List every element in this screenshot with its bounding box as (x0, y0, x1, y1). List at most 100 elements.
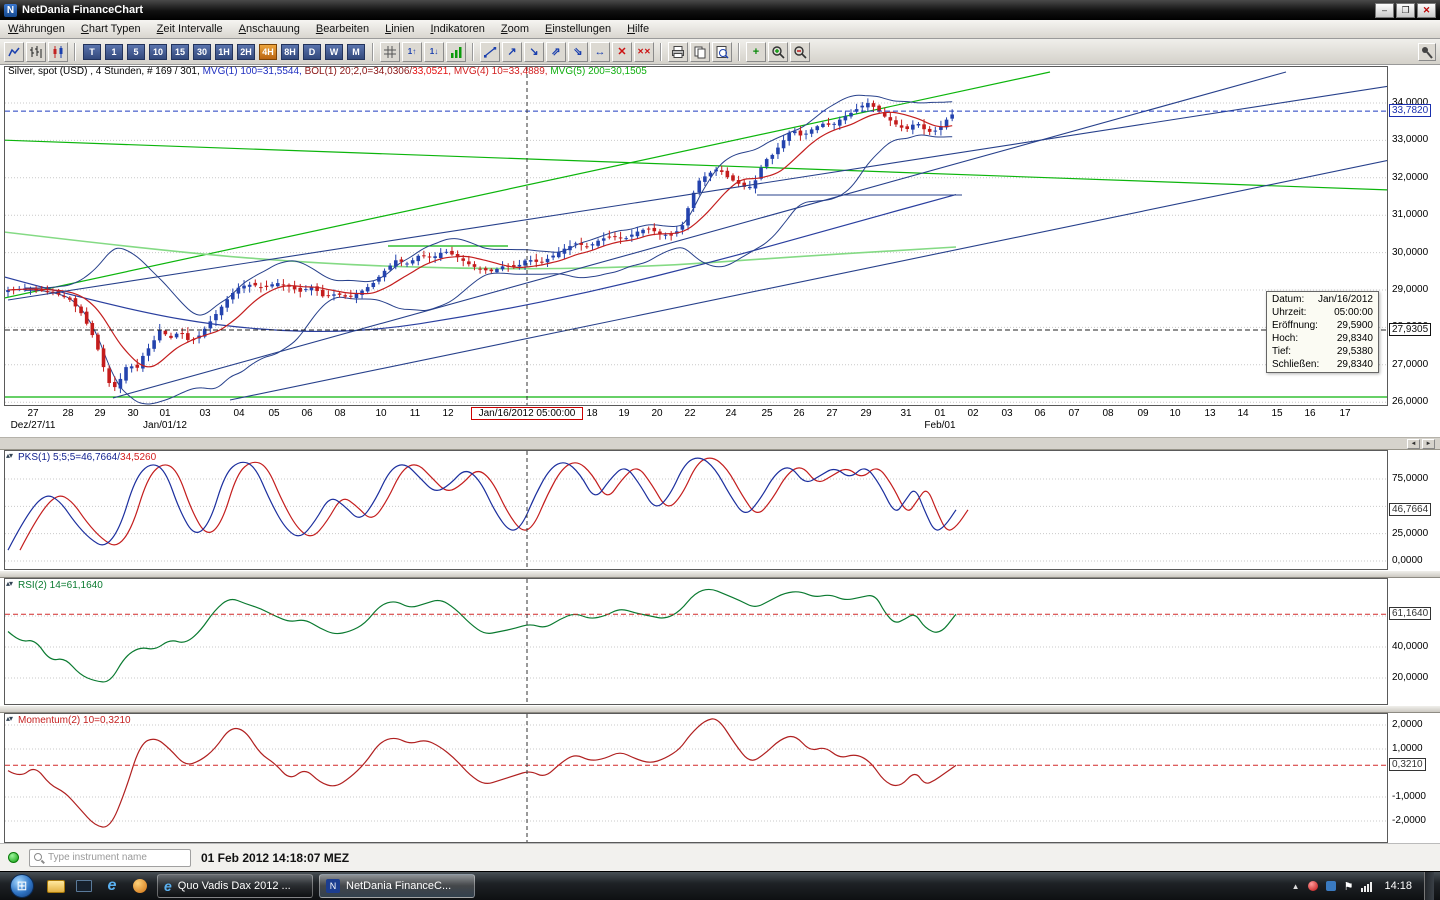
panel-resize-icon[interactable]: ▴▾ (6, 714, 12, 723)
taskbar-task-ie[interactable]: eQuo Vadis Dax 2012 ... (157, 874, 313, 898)
start-button[interactable]: ⊞ (10, 874, 34, 898)
momentum-indicator-panel[interactable]: ▴▾ Momentum(2) 10=0,3210 (0, 713, 1440, 843)
trendline-button[interactable] (480, 42, 500, 62)
x-axis-label: 08 (1093, 408, 1123, 419)
scroll-left-icon[interactable]: ◄ (1407, 439, 1420, 449)
copy-button[interactable] (690, 42, 710, 62)
panel-resize-icon[interactable]: ▴▾ (6, 451, 12, 460)
minimize-button[interactable]: – (1375, 3, 1394, 18)
arrow-up-line-button[interactable]: ↗ (502, 42, 522, 62)
primary-scale-button[interactable]: 1↑ (402, 42, 422, 62)
close-button[interactable]: ✕ (1417, 3, 1436, 18)
panel-splitter[interactable] (0, 705, 1440, 713)
delete-line-button[interactable]: ✕ (612, 42, 632, 62)
x-axis-label: 26 (784, 408, 814, 419)
taskbar-clock[interactable]: 14:18 (1384, 880, 1412, 892)
panel-splitter[interactable] (0, 570, 1440, 578)
search-icon (34, 853, 42, 861)
zoom-out-button[interactable] (790, 42, 810, 62)
media-player-icon[interactable] (128, 874, 152, 898)
zoom-in-button[interactable] (768, 42, 788, 62)
ohlc-chart-button[interactable] (26, 42, 46, 62)
app-tray-icon[interactable] (1326, 881, 1336, 891)
timeframe-W-button[interactable]: W (325, 44, 343, 60)
app-icon: N (4, 4, 17, 17)
tooltip-row: Tief:29,5380 (1267, 345, 1378, 358)
chart-legend: Silver, spot (USD) , 4 Stunden, # 169 / … (8, 66, 647, 77)
pin-icon[interactable] (1418, 43, 1436, 61)
chart-h-scrollbar[interactable]: ◄ ► (0, 437, 1440, 450)
timeframe-1-button[interactable]: 1 (105, 44, 123, 60)
pks-indicator-panel[interactable]: ▴▾ PKS(1) 5;5;5=46,7664/34,5260 (0, 450, 1440, 570)
window-title: NetDania FinanceChart (22, 4, 1373, 16)
horizontal-line-button[interactable]: ↔ (590, 42, 610, 62)
timeframe-10-button[interactable]: 10 (149, 44, 167, 60)
legend-segment: 33,0521, (412, 66, 454, 77)
menu-chart-typen[interactable]: Chart Typen (73, 21, 149, 37)
arrow-down-line-button[interactable]: ↘ (524, 42, 544, 62)
panel-resize-icon[interactable]: ▴▾ (6, 579, 12, 588)
y-axis-label: 30,0000 (1392, 247, 1428, 259)
volume-button[interactable] (446, 42, 466, 62)
timeframe-T-button[interactable]: T (83, 44, 101, 60)
indicator-y-label: 20,0000 (1392, 672, 1428, 684)
netdania-icon: N (326, 879, 340, 893)
grid-toggle-button[interactable] (380, 42, 400, 62)
x-axis-label: 11 (400, 408, 430, 419)
menu-indikatoren[interactable]: Indikatoren (422, 21, 492, 37)
timeframe-5-button[interactable]: 5 (127, 44, 145, 60)
tooltip-label: Tief: (1272, 346, 1291, 357)
timeframe-4H-button[interactable]: 4H (259, 44, 277, 60)
internet-explorer-icon[interactable]: e (100, 874, 124, 898)
instrument-search[interactable] (29, 849, 191, 867)
timeframe-D-button[interactable]: D (303, 44, 321, 60)
legend-segment: Silver, spot (USD) , 4 Stunden, # 169 / … (8, 66, 203, 77)
task-label: Quo Vadis Dax 2012 ... (178, 880, 291, 892)
x-axis-label: 03 (992, 408, 1022, 419)
action-center-icon[interactable]: ⚑ (1344, 880, 1354, 893)
timeframe-M-button[interactable]: M (347, 44, 365, 60)
main-chart-panel[interactable]: Silver, spot (USD) , 4 Stunden, # 169 / … (0, 65, 1440, 437)
line-chart-button[interactable] (4, 42, 24, 62)
taskbar-task-netdania[interactable]: NNetDania FinanceC... (319, 874, 475, 898)
show-desktop-button[interactable] (1424, 872, 1434, 900)
tray-expand-icon[interactable]: ▲ (1292, 882, 1300, 891)
x-axis-label: 04 (224, 408, 254, 419)
maximize-button[interactable]: ❐ (1396, 3, 1415, 18)
y-axis-label: 32,0000 (1392, 172, 1428, 184)
menu-einstellungen[interactable]: Einstellungen (537, 21, 619, 37)
display-icon[interactable] (72, 874, 96, 898)
timeframe-8H-button[interactable]: 8H (281, 44, 299, 60)
timeframe-30-button[interactable]: 30 (193, 44, 211, 60)
crosshair-time-label: Jan/16/2012 05:00:00 (471, 407, 583, 420)
price-marker-label: 27,9305 (1389, 323, 1431, 336)
channel-up-button[interactable]: ⇗ (546, 42, 566, 62)
menu-bearbeiten[interactable]: Bearbeiten (308, 21, 377, 37)
secondary-scale-button[interactable]: 1↓ (424, 42, 444, 62)
network-icon[interactable] (1361, 881, 1372, 892)
instrument-search-input[interactable] (48, 852, 186, 863)
timeframe-2H-button[interactable]: 2H (237, 44, 255, 60)
menu-hilfe[interactable]: Hilfe (619, 21, 657, 37)
connection-status-icon (8, 852, 19, 863)
print-button[interactable] (668, 42, 688, 62)
status-tray-icon[interactable] (1308, 881, 1318, 891)
legend-segment: MVG(5) 200=30,1505 (550, 66, 646, 77)
timeframe-15-button[interactable]: 15 (171, 44, 189, 60)
scroll-right-icon[interactable]: ► (1422, 439, 1435, 449)
menu-linien[interactable]: Linien (377, 21, 422, 37)
menu-zoom[interactable]: Zoom (493, 21, 537, 37)
timeframe-1H-button[interactable]: 1H (215, 44, 233, 60)
menu-w-hrungen[interactable]: Währungen (0, 21, 73, 37)
price-chart-canvas[interactable] (0, 65, 1440, 437)
delete-all-lines-button[interactable]: ✕✕ (634, 42, 654, 62)
menu-zeit-intervalle[interactable]: Zeit Intervalle (149, 21, 231, 37)
explorer-icon[interactable] (44, 874, 68, 898)
add-overlay-button[interactable]: + (746, 42, 766, 62)
export-chart-button[interactable] (712, 42, 732, 62)
candlestick-chart-button[interactable] (48, 42, 68, 62)
channel-down-button[interactable]: ⇘ (568, 42, 588, 62)
menu-anschauung[interactable]: Anschauung (231, 21, 308, 37)
rsi-indicator-panel[interactable]: ▴▾ RSI(2) 14=61,1640 (0, 578, 1440, 705)
x-axis-label: 15 (1262, 408, 1292, 419)
